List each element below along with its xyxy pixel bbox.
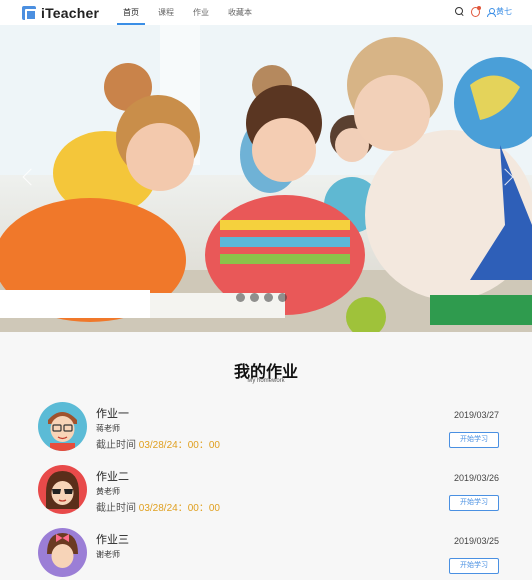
homework-deadline: 截止时间 03/28/24：00：00 xyxy=(96,499,220,514)
user-menu[interactable]: 黄七 xyxy=(487,6,512,17)
carousel-dot[interactable] xyxy=(236,293,245,302)
header-tools: 黄七 xyxy=(455,5,512,17)
section-subtitle: My homework xyxy=(247,378,285,384)
top-header: iTeacher 首页 课程 作业 收藏本 黄七 xyxy=(0,0,532,25)
user-icon xyxy=(487,7,496,17)
nav-item-courses[interactable]: 课程 xyxy=(152,0,180,25)
logo-text: iTeacher xyxy=(41,4,100,21)
homework-item: 作业三 谢老师 2019/03/25 开始学习 xyxy=(38,528,502,580)
homework-date: 2019/03/25 xyxy=(453,536,499,546)
homework-title: 作业三 xyxy=(96,534,129,546)
deadline-value: 03/28/24：00：00 xyxy=(138,503,220,514)
start-learning-button[interactable]: 开始学习 xyxy=(449,558,499,574)
carousel-prev-arrow-icon[interactable] xyxy=(20,163,36,191)
homework-item: 作业二 黄老师 截止时间 03/28/24：00：00 2019/03/26 开… xyxy=(38,465,502,517)
deadline-label: 截止时间 xyxy=(96,440,136,451)
notification-icon[interactable] xyxy=(471,5,481,17)
nav-item-homework[interactable]: 作业 xyxy=(187,0,215,25)
girl-sunglasses-avatar xyxy=(38,465,87,514)
carousel-dot[interactable] xyxy=(250,293,259,302)
logo[interactable]: iTeacher xyxy=(22,4,99,21)
start-learning-button[interactable]: 开始学习 xyxy=(449,432,499,448)
search-icon[interactable] xyxy=(455,7,464,16)
homework-date: 2019/03/26 xyxy=(453,473,499,483)
homework-title: 作业二 xyxy=(96,471,129,483)
carousel-dot[interactable] xyxy=(278,293,287,302)
girl-bow-avatar xyxy=(38,528,87,577)
carousel-dot[interactable] xyxy=(264,293,273,302)
user-name: 黄七 xyxy=(496,7,512,16)
main-nav: 首页 课程 作业 收藏本 xyxy=(117,0,265,25)
carousel-indicators xyxy=(236,293,287,302)
homework-deadline: 截止时间 03/28/24：00：00 xyxy=(96,436,220,451)
nav-item-favorites[interactable]: 收藏本 xyxy=(222,0,258,25)
boy-glasses-avatar xyxy=(38,402,87,451)
deadline-label: 截止时间 xyxy=(96,503,136,514)
banner-photo xyxy=(0,25,532,332)
carousel-next-arrow-icon[interactable] xyxy=(500,163,516,191)
start-learning-button[interactable]: 开始学习 xyxy=(449,495,499,511)
homework-teacher: 黄老师 xyxy=(96,487,120,496)
homework-teacher: 谢老师 xyxy=(96,550,120,559)
logo-icon xyxy=(22,5,37,21)
homework-title: 作业一 xyxy=(96,408,129,420)
homework-date: 2019/03/27 xyxy=(453,410,499,420)
homework-teacher: 蒋老师 xyxy=(96,424,120,433)
banner-carousel xyxy=(0,25,532,332)
deadline-value: 03/28/24：00：00 xyxy=(138,440,220,451)
homework-item: 作业一 蒋老师 截止时间 03/28/24：00：00 2019/03/27 开… xyxy=(38,402,502,454)
nav-item-home[interactable]: 首页 xyxy=(117,0,145,25)
